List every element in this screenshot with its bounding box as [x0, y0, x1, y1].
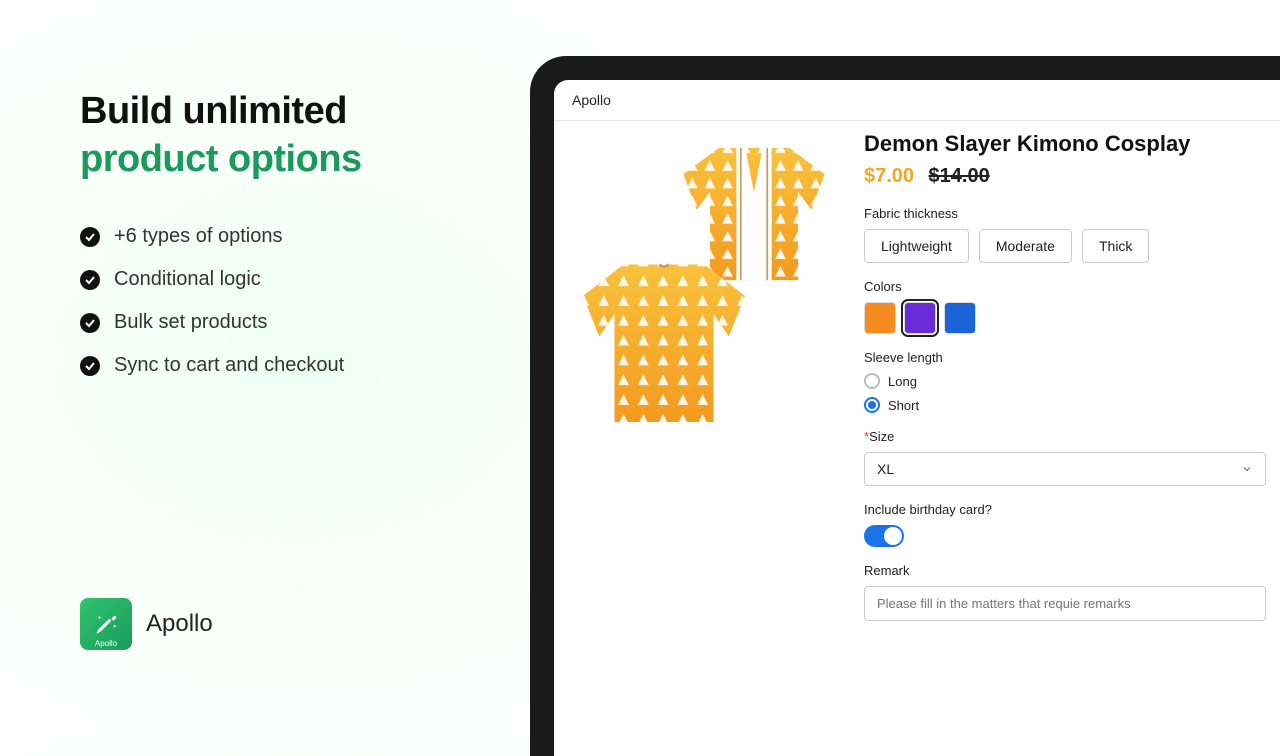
- headline-line-1: Build unlimited: [80, 90, 347, 132]
- price: $7.00: [864, 165, 914, 187]
- remark-input[interactable]: [864, 586, 1266, 621]
- feature-item: +6 types of options: [80, 225, 480, 248]
- fabric-label: Fabric thickness: [864, 206, 1266, 221]
- radio-label: Long: [888, 374, 917, 389]
- size-label-text: Size: [869, 429, 894, 444]
- radio-icon: [864, 373, 880, 389]
- size-select[interactable]: XL: [864, 452, 1266, 486]
- old-price: $14.00: [929, 165, 990, 187]
- product-image: [554, 131, 864, 451]
- chevron-down-icon: [1241, 463, 1253, 475]
- headline-line-2: product options: [80, 138, 362, 180]
- feature-list: +6 types of options Conditional logic Bu…: [80, 225, 480, 377]
- check-icon: [80, 227, 100, 247]
- brand-icon-label: Apollo: [95, 639, 117, 648]
- topbar: Apollo: [554, 80, 1280, 121]
- size-value: XL: [877, 461, 894, 477]
- brand-icon: Apollo: [80, 598, 132, 650]
- feature-text: Bulk set products: [114, 311, 267, 334]
- feature-text: +6 types of options: [114, 225, 282, 248]
- screen: Apollo: [554, 80, 1280, 756]
- feature-text: Conditional logic: [114, 268, 261, 291]
- fabric-option-lightweight[interactable]: Lightweight: [864, 229, 969, 263]
- color-swatch-orange[interactable]: [864, 302, 896, 334]
- headline: Build unlimited product options: [80, 88, 480, 183]
- feature-text: Sync to cart and checkout: [114, 354, 344, 377]
- birthday-label: Include birthday card?: [864, 502, 1266, 517]
- size-label: *Size: [864, 429, 1266, 444]
- radio-icon: [864, 397, 880, 413]
- brand: Apollo Apollo: [80, 598, 213, 650]
- price-row: $7.00 $14.00: [864, 165, 1266, 188]
- radio-label: Short: [888, 398, 919, 413]
- feature-item: Bulk set products: [80, 311, 480, 334]
- feature-item: Conditional logic: [80, 268, 480, 291]
- product-title: Demon Slayer Kimono Cosplay: [864, 131, 1266, 157]
- colors-label: Colors: [864, 279, 1266, 294]
- kimono-image-front: [574, 251, 754, 431]
- color-swatch-purple[interactable]: [904, 302, 936, 334]
- check-icon: [80, 356, 100, 376]
- color-swatch-blue[interactable]: [944, 302, 976, 334]
- remark-label: Remark: [864, 563, 1266, 578]
- sleeve-label: Sleeve length: [864, 350, 1266, 365]
- sleeve-option-short[interactable]: Short: [864, 397, 1266, 413]
- check-icon: [80, 313, 100, 333]
- topbar-title: Apollo: [572, 92, 611, 108]
- device-frame: Apollo: [530, 56, 1280, 756]
- sleeve-option-long[interactable]: Long: [864, 373, 1266, 389]
- fabric-option-moderate[interactable]: Moderate: [979, 229, 1072, 263]
- check-icon: [80, 270, 100, 290]
- birthday-toggle[interactable]: [864, 525, 904, 547]
- brand-name: Apollo: [146, 610, 213, 638]
- fabric-option-thick[interactable]: Thick: [1082, 229, 1149, 263]
- feature-item: Sync to cart and checkout: [80, 354, 480, 377]
